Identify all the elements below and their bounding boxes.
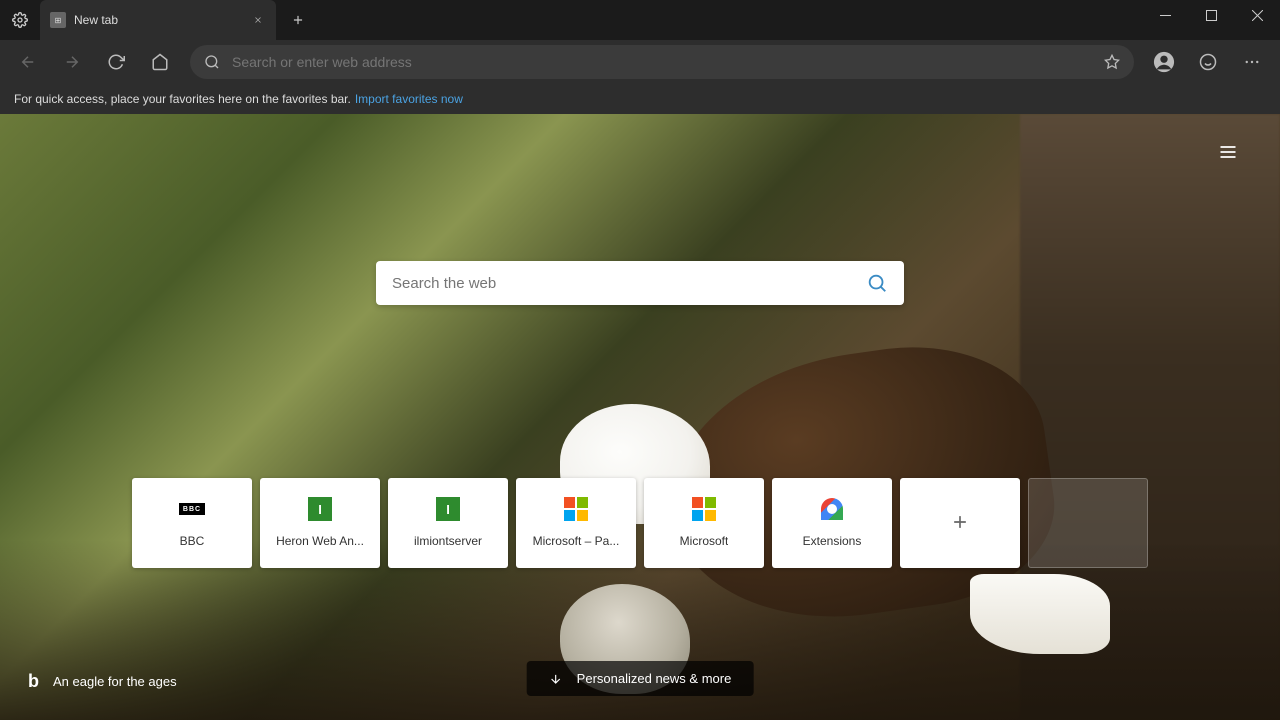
profile-button[interactable] [1144, 44, 1184, 80]
menu-button[interactable] [1232, 44, 1272, 80]
refresh-button[interactable] [96, 44, 136, 80]
microsoft-icon [691, 496, 717, 522]
web-search-box[interactable] [376, 261, 904, 305]
page-settings-button[interactable] [1210, 134, 1246, 170]
tile-microsoft-pa[interactable]: Microsoft – Pa... [516, 478, 636, 568]
favorite-icon[interactable] [1104, 54, 1120, 70]
titlebar: ⊞ New tab [0, 0, 1280, 40]
close-window-button[interactable] [1234, 0, 1280, 30]
extensions-icon [819, 496, 845, 522]
microsoft-icon [563, 496, 589, 522]
browser-tab[interactable]: ⊞ New tab [40, 0, 276, 40]
tile-placeholder [1028, 478, 1148, 568]
news-button-label: Personalized news & more [577, 671, 732, 686]
personalized-news-button[interactable]: Personalized news & more [527, 661, 754, 696]
toolbar [0, 40, 1280, 84]
tile-microsoft[interactable]: Microsoft [644, 478, 764, 568]
minimize-button[interactable] [1142, 0, 1188, 30]
favorites-bar: For quick access, place your favorites h… [0, 84, 1280, 114]
background-caption[interactable]: b An eagle for the ages [28, 671, 177, 692]
tile-label: Microsoft [680, 534, 729, 548]
tile-label: Extensions [803, 534, 862, 548]
arrow-down-icon [549, 672, 563, 686]
site-icon: I [435, 496, 461, 522]
add-tile-button[interactable] [900, 478, 1020, 568]
import-favorites-link[interactable]: Import favorites now [355, 92, 463, 106]
tile-label: BBC [180, 534, 205, 548]
tab-favicon-icon: ⊞ [50, 12, 66, 28]
maximize-button[interactable] [1188, 0, 1234, 30]
tile-bbc[interactable]: BBC BBC [132, 478, 252, 568]
tile-heron[interactable]: I Heron Web An... [260, 478, 380, 568]
tile-extensions[interactable]: Extensions [772, 478, 892, 568]
home-button[interactable] [140, 44, 180, 80]
feedback-button[interactable] [1188, 44, 1228, 80]
close-tab-button[interactable] [250, 12, 266, 28]
web-search-input[interactable] [392, 275, 866, 292]
address-input[interactable] [232, 54, 1092, 70]
window-controls [1142, 0, 1280, 40]
quick-links: BBC BBC I Heron Web An... I ilmiontserve… [132, 478, 1148, 568]
tile-ilmiontserver[interactable]: I ilmiontserver [388, 478, 508, 568]
tile-label: Heron Web An... [276, 534, 364, 548]
search-icon[interactable] [866, 272, 888, 294]
search-icon [204, 54, 220, 70]
forward-button[interactable] [52, 44, 92, 80]
new-tab-content: BBC BBC I Heron Web An... I ilmiontserve… [0, 114, 1280, 720]
tab-title: New tab [74, 13, 242, 27]
favorites-hint: For quick access, place your favorites h… [14, 92, 351, 106]
bbc-icon: BBC [179, 496, 205, 522]
back-button[interactable] [8, 44, 48, 80]
tile-label: ilmiontserver [414, 534, 482, 548]
tile-label: Microsoft – Pa... [533, 534, 620, 548]
caption-text: An eagle for the ages [53, 674, 177, 689]
browser-settings-button[interactable] [0, 0, 40, 40]
address-bar[interactable] [190, 45, 1134, 79]
site-icon: I [307, 496, 333, 522]
bing-icon: b [28, 671, 39, 692]
new-tab-button[interactable] [282, 0, 314, 40]
